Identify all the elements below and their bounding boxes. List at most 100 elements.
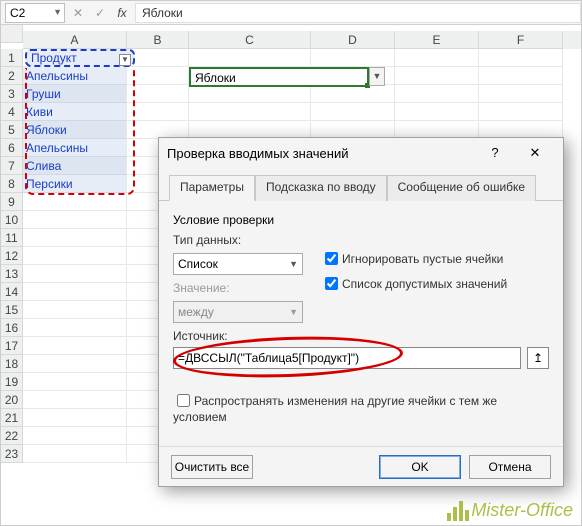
row-header[interactable]: 22	[1, 427, 23, 445]
formula-input[interactable]: Яблоки	[135, 3, 581, 23]
button-label: Отмена	[488, 460, 531, 474]
chevron-down-icon: ▼	[289, 307, 298, 317]
cell[interactable]: Персики	[23, 175, 127, 193]
type-select[interactable]: Список ▼	[173, 253, 303, 275]
cancel-icon[interactable]: ✕	[69, 4, 87, 22]
name-box[interactable]: C2 ▼	[5, 3, 65, 23]
tab-parameters[interactable]: Параметры	[169, 175, 255, 201]
apply-same-checkbox[interactable]: Распространять изменения на другие ячейк…	[173, 394, 497, 424]
fx-icon[interactable]: fx	[113, 4, 131, 22]
cell[interactable]	[23, 409, 127, 427]
cell[interactable]: Слива	[23, 157, 127, 175]
cell[interactable]	[189, 85, 311, 103]
col-header[interactable]: E	[395, 31, 479, 49]
cell[interactable]	[23, 391, 127, 409]
cell[interactable]	[127, 103, 189, 121]
col-header[interactable]: A	[23, 31, 127, 49]
row-header[interactable]: 14	[1, 283, 23, 301]
row-header[interactable]: 7	[1, 157, 23, 175]
filter-dropdown-icon[interactable]: ▼	[119, 54, 131, 66]
close-icon[interactable]: ✕	[515, 138, 555, 168]
row-header[interactable]: 6	[1, 139, 23, 157]
cell[interactable]: Апельсины	[23, 139, 127, 157]
cell[interactable]: Киви	[23, 103, 127, 121]
cell[interactable]	[23, 301, 127, 319]
button-label: OK	[411, 460, 428, 474]
type-value: Список	[178, 257, 218, 271]
dialog-tabs: Параметры Подсказка по вводу Сообщение о…	[159, 168, 563, 201]
cell[interactable]	[23, 193, 127, 211]
cell[interactable]	[479, 67, 563, 85]
cell[interactable]: Яблоки	[23, 121, 127, 139]
ignore-empty-checkbox[interactable]: Игнорировать пустые ячейки	[321, 249, 507, 268]
range-picker-icon[interactable]: ↥	[527, 347, 549, 369]
cell[interactable]	[23, 229, 127, 247]
cell[interactable]	[127, 85, 189, 103]
cell[interactable]	[479, 103, 563, 121]
cell[interactable]	[395, 67, 479, 85]
select-all-corner[interactable]	[1, 25, 23, 43]
cell[interactable]	[23, 247, 127, 265]
cell[interactable]: Апельсины	[23, 67, 127, 85]
col-header[interactable]: B	[127, 31, 189, 49]
row-header[interactable]: 4	[1, 103, 23, 121]
row-header[interactable]: 8	[1, 175, 23, 193]
cell[interactable]	[311, 49, 395, 67]
row-header[interactable]: 23	[1, 445, 23, 463]
dialog-titlebar[interactable]: Проверка вводимых значений ? ✕	[159, 138, 563, 168]
cell-c2-selected[interactable]: Яблоки	[189, 67, 369, 87]
row-header[interactable]: 19	[1, 373, 23, 391]
row-header[interactable]: 12	[1, 247, 23, 265]
cell[interactable]	[395, 85, 479, 103]
row-header[interactable]: 3	[1, 85, 23, 103]
row-header[interactable]: 20	[1, 391, 23, 409]
col-header[interactable]: F	[479, 31, 563, 49]
chevron-down-icon[interactable]: ▼	[53, 7, 62, 17]
confirm-icon[interactable]: ✓	[91, 4, 109, 22]
source-input[interactable]: =ДВССЫЛ("Таблица5[Продукт]")	[173, 347, 521, 369]
cell[interactable]	[23, 445, 127, 463]
dropdown-button-icon[interactable]: ▼	[369, 67, 385, 86]
cell[interactable]	[189, 103, 311, 121]
cell[interactable]	[23, 427, 127, 445]
cell[interactable]	[23, 373, 127, 391]
ok-button[interactable]: OK	[379, 455, 461, 479]
cell[interactable]	[311, 85, 395, 103]
cell[interactable]	[395, 103, 479, 121]
tab-input-message[interactable]: Подсказка по вводу	[255, 175, 387, 201]
table-header-cell[interactable]: Продукт ▼	[25, 49, 135, 67]
row-header[interactable]: 2	[1, 67, 23, 85]
col-header[interactable]: C	[189, 31, 311, 49]
cell[interactable]	[23, 337, 127, 355]
row-header[interactable]: 15	[1, 301, 23, 319]
row-header[interactable]: 9	[1, 193, 23, 211]
help-icon[interactable]: ?	[475, 138, 515, 168]
list-allowed-checkbox[interactable]: Список допустимых значений	[321, 274, 507, 293]
cell[interactable]	[395, 49, 479, 67]
cell[interactable]: Груши	[23, 85, 127, 103]
cell[interactable]	[23, 211, 127, 229]
row-header[interactable]: 16	[1, 319, 23, 337]
cell[interactable]	[127, 67, 189, 85]
cell[interactable]	[23, 265, 127, 283]
clear-all-button[interactable]: Очистить все	[171, 455, 253, 479]
cell[interactable]	[23, 319, 127, 337]
col-header[interactable]: D	[311, 31, 395, 49]
cell[interactable]	[311, 103, 395, 121]
tab-error-alert[interactable]: Сообщение об ошибке	[387, 175, 536, 201]
cancel-button[interactable]: Отмена	[469, 455, 551, 479]
cell[interactable]	[479, 85, 563, 103]
cell[interactable]	[127, 49, 189, 67]
row-header[interactable]: 11	[1, 229, 23, 247]
row-header[interactable]: 1	[1, 49, 23, 67]
cell[interactable]	[23, 283, 127, 301]
cell[interactable]	[189, 49, 311, 67]
row-header[interactable]: 21	[1, 409, 23, 427]
row-header[interactable]: 5	[1, 121, 23, 139]
cell[interactable]	[23, 355, 127, 373]
row-header[interactable]: 17	[1, 337, 23, 355]
row-header[interactable]: 13	[1, 265, 23, 283]
cell[interactable]	[479, 49, 563, 67]
row-header[interactable]: 18	[1, 355, 23, 373]
row-header[interactable]: 10	[1, 211, 23, 229]
